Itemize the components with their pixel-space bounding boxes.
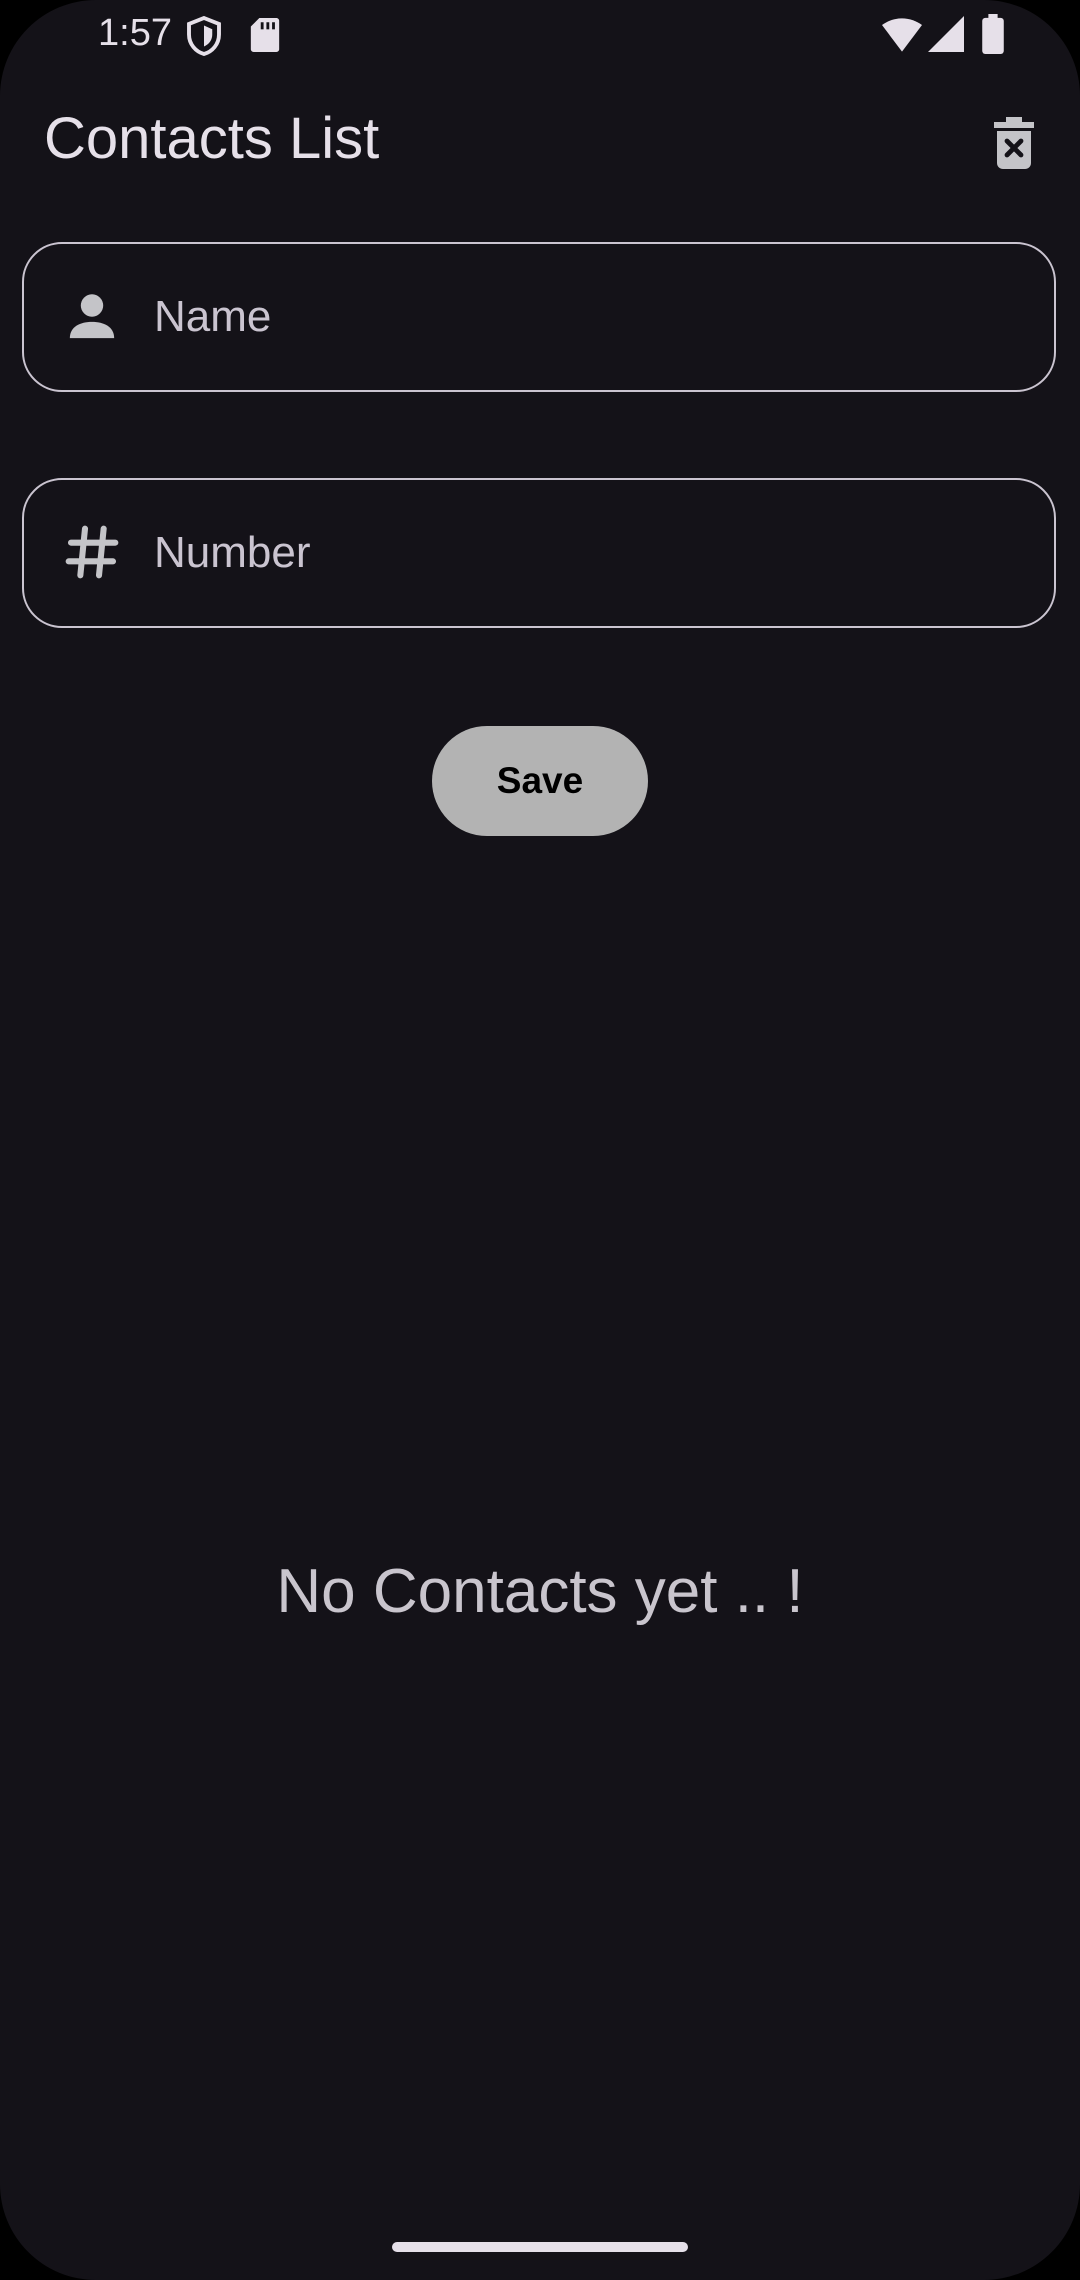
name-input[interactable] <box>154 244 1014 390</box>
person-icon <box>69 294 115 339</box>
delete-forever-icon <box>994 117 1034 169</box>
number-input[interactable] <box>154 480 1014 626</box>
app-screen: 1:57 Contacts List Name Number Save No C… <box>0 0 1080 2280</box>
wifi-icon <box>882 18 922 52</box>
name-field[interactable] <box>22 242 1056 392</box>
home-indicator[interactable] <box>392 2242 688 2252</box>
hash-icon <box>65 525 119 579</box>
delete-all-button[interactable] <box>984 110 1044 176</box>
save-button[interactable]: Save <box>432 726 648 836</box>
signal-icon <box>928 16 964 52</box>
status-time: 1:57 <box>98 12 172 54</box>
sd-card-icon <box>250 18 280 52</box>
empty-state-message: No Contacts yet .. ! <box>276 1557 804 1626</box>
shield-icon <box>187 16 221 56</box>
page-title: Contacts List <box>44 106 380 171</box>
battery-icon <box>982 14 1004 54</box>
number-field[interactable] <box>22 478 1056 628</box>
